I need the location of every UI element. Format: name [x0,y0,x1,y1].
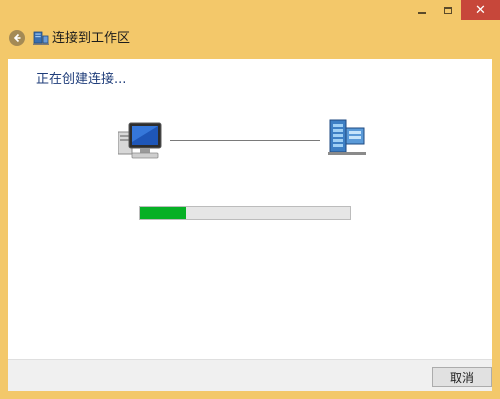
status-heading: 正在创建连接... [36,72,127,87]
dialog-footer: 取消 [8,359,492,391]
maximize-button[interactable] [435,0,461,20]
network-workspace-icon [33,31,49,45]
progress-bar [139,206,351,220]
window-title: 连接到工作区 [52,31,131,46]
close-button[interactable]: ✕ [461,0,500,20]
back-button[interactable] [9,30,25,46]
dialog-window: ✕ 连接到工作区 正在创建连接... 取消 [0,0,500,399]
server-icon [328,119,366,155]
progress-fill [140,207,187,219]
back-arrow-icon [13,33,21,43]
content-area: 正在创建连接... [8,59,492,359]
connection-line [170,140,320,141]
computer-icon [118,122,162,159]
minimize-button[interactable] [409,0,435,20]
cancel-button[interactable]: 取消 [432,367,492,387]
minimize-icon [418,12,426,14]
maximize-icon [444,6,452,14]
